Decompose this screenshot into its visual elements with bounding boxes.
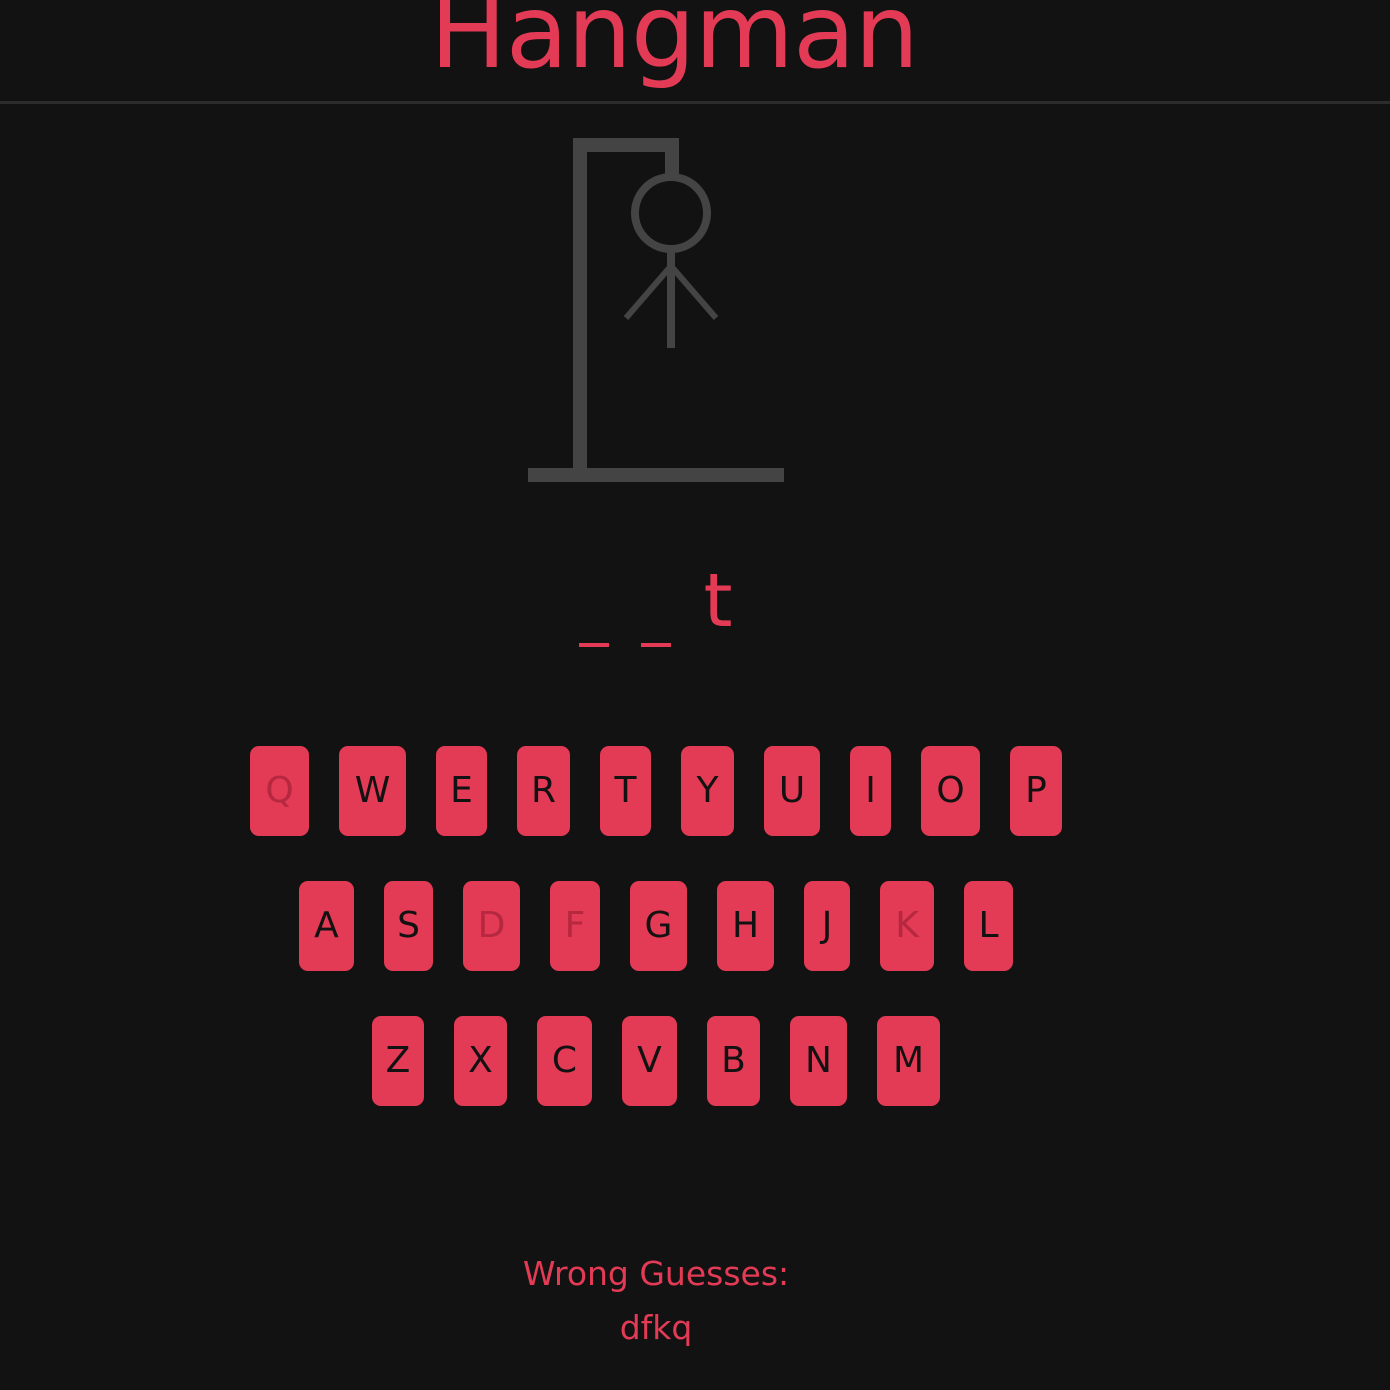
gallows-base <box>528 468 784 482</box>
key-r[interactable]: R <box>517 746 570 836</box>
hangman-drawing <box>528 138 784 482</box>
key-v[interactable]: V <box>622 1016 677 1106</box>
letter-slot-1 <box>574 580 614 650</box>
hangman-page: Hangman t Q W E R T Y U I O P A S D F G … <box>0 0 1390 1390</box>
hangman-right-arm <box>668 264 719 320</box>
key-u[interactable]: U <box>764 746 820 836</box>
key-z[interactable]: Z <box>372 1016 424 1106</box>
key-i[interactable]: I <box>850 746 891 836</box>
key-m[interactable]: M <box>877 1016 940 1106</box>
key-c[interactable]: C <box>537 1016 592 1106</box>
key-q[interactable]: Q <box>250 746 309 836</box>
key-d[interactable]: D <box>463 881 520 971</box>
key-n[interactable]: N <box>790 1016 847 1106</box>
gallows-pole <box>573 138 587 470</box>
key-j[interactable]: J <box>804 881 850 971</box>
key-s[interactable]: S <box>384 881 433 971</box>
key-e[interactable]: E <box>436 746 487 836</box>
key-l[interactable]: L <box>964 881 1013 971</box>
letter-slot-2 <box>636 580 676 650</box>
key-f[interactable]: F <box>550 881 600 971</box>
key-b[interactable]: B <box>707 1016 760 1106</box>
key-g[interactable]: G <box>630 881 687 971</box>
key-t[interactable]: T <box>600 746 651 836</box>
key-k[interactable]: K <box>880 881 934 971</box>
wrong-guesses-value: dfkq <box>619 1308 693 1347</box>
word-display: t <box>0 560 1390 660</box>
hangman-left-arm <box>623 264 674 320</box>
letter-slot-3: t <box>703 558 733 644</box>
wrong-guesses-label: Wrong Guesses: <box>522 1254 790 1293</box>
gallows-rope <box>665 138 679 174</box>
key-h[interactable]: H <box>717 881 774 971</box>
key-o[interactable]: O <box>921 746 980 836</box>
key-p[interactable]: P <box>1010 746 1062 836</box>
key-a[interactable]: A <box>299 881 354 971</box>
key-w[interactable]: W <box>339 746 406 836</box>
gallows-beam <box>573 138 679 152</box>
key-y[interactable]: Y <box>681 746 734 836</box>
key-x[interactable]: X <box>454 1016 507 1106</box>
hangman-head <box>631 173 711 253</box>
